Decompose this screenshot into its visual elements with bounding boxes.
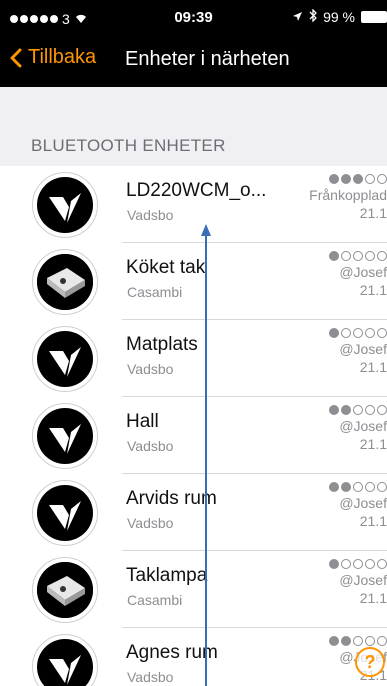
signal-strength-icon (329, 251, 387, 261)
device-name: Köket tak (126, 257, 206, 278)
vadsbo-logo-icon (37, 331, 93, 387)
device-meta: @Josef 21.1 (329, 251, 387, 299)
device-status: @Josef (339, 418, 387, 434)
device-row[interactable]: Agnes rumVadsbo@Josef21.1 (0, 628, 387, 686)
signal-strength-icon (329, 482, 387, 492)
vadsbo-logo-icon (37, 408, 93, 464)
device-version: 21.1 (359, 590, 387, 606)
chevron-left-icon (10, 48, 22, 67)
bluetooth-icon (309, 8, 317, 25)
vadsbo-logo-icon (37, 639, 93, 686)
status-right: 99 % (292, 8, 387, 25)
device-version: 21.1 (359, 359, 387, 375)
device-row[interactable]: LD220WCM_o... Vadsbo Frånkopplad 21.1 (0, 166, 387, 243)
battery-percent: 99 % (323, 9, 355, 25)
device-version: 21.1 (359, 205, 387, 221)
back-button[interactable]: Tillbaka (10, 46, 96, 69)
device-meta: Frånkopplad 21.1 (309, 174, 387, 222)
help-button[interactable]: ? (355, 647, 385, 677)
device-brand: Casambi (127, 592, 183, 608)
device-status: @Josef (339, 341, 387, 357)
device-name: LD220WCM_o... (126, 180, 267, 201)
device-brand: Vadsbo (127, 438, 174, 454)
device-meta: @Josef 21.1 (329, 328, 387, 376)
device-name: Taklampa (126, 565, 208, 586)
vadsbo-logo-icon (37, 177, 93, 233)
navigation-bar: Tillbaka Enheter i närheten (0, 40, 387, 84)
device-name: Hall (126, 411, 159, 432)
device-brand: Vadsbo (127, 361, 174, 377)
device-version: 21.1 (359, 513, 387, 529)
device-version: 21.1 (359, 436, 387, 452)
device-brand: Vadsbo (127, 207, 174, 223)
casambi-device-icon (37, 562, 93, 618)
device-status: @Josef (339, 572, 387, 588)
device-meta: @Josef 21.1 (329, 482, 387, 530)
casambi-device-icon (37, 254, 93, 310)
signal-strength-icon (329, 328, 387, 338)
battery-icon (361, 11, 387, 23)
page-title: Enheter i närheten (125, 48, 290, 70)
device-version: 21.1 (359, 282, 387, 298)
device-row[interactable]: Taklampa Casambi @Josef 21.1 (0, 551, 387, 628)
device-brand: Casambi (127, 284, 183, 300)
section-header: BLUETOOTH ENHETER (31, 136, 226, 155)
device-brand: Vadsbo (127, 669, 174, 685)
signal-strength-icon (329, 405, 387, 415)
device-list[interactable]: LD220WCM_o... Vadsbo Frånkopplad 21.1 Köket … (0, 166, 387, 686)
device-row[interactable]: Matplats Vadsbo @Josef 21.1 (0, 320, 387, 397)
device-avatar (32, 249, 98, 315)
signal-strength-icon (309, 174, 387, 184)
device-row[interactable]: Köket tak Casambi @Josef 21.1 (0, 243, 387, 320)
device-row[interactable]: Arvids rum Vadsbo @Josef 21.1 (0, 474, 387, 551)
device-meta: @Josef 21.1 (329, 559, 387, 607)
device-avatar (32, 557, 98, 623)
device-avatar (32, 172, 98, 238)
device-avatar (32, 634, 98, 686)
device-brand: Vadsbo (127, 515, 174, 531)
location-icon (292, 9, 303, 25)
back-label: Tillbaka (28, 46, 97, 68)
device-avatar (32, 326, 98, 392)
header: 3 09:39 99 % Tillbaka Enheter i närheten (0, 0, 387, 87)
device-row[interactable]: Hall Vadsbo @Josef 21.1 (0, 397, 387, 474)
signal-strength-icon (329, 559, 387, 569)
vadsbo-logo-icon (37, 485, 93, 541)
signal-strength-icon (329, 636, 387, 646)
device-meta: @Josef 21.1 (329, 405, 387, 453)
status-bar: 3 09:39 99 % (0, 0, 387, 36)
device-status: @Josef (339, 495, 387, 511)
device-name: Matplats (126, 334, 198, 355)
device-avatar (32, 480, 98, 546)
device-status: Frånkopplad (309, 187, 387, 203)
device-avatar (32, 403, 98, 469)
annotation-arrow (201, 224, 211, 686)
device-status: @Josef (339, 264, 387, 280)
